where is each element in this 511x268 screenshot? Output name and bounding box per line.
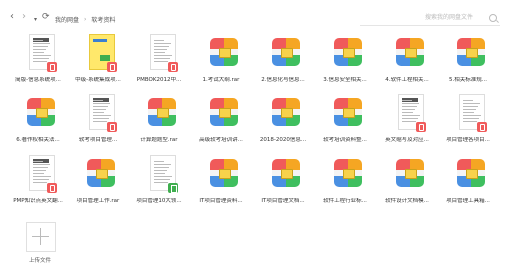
file-name: 1.考试大纲.rar [202,77,240,83]
file-item[interactable]: PMP知识点英文翻... [9,155,67,213]
chevron-down-icon[interactable]: ▾ [34,14,37,26]
archive-icon [206,155,242,195]
file-item[interactable]: 6.著作权相关法... [9,94,67,152]
file-item[interactable]: 软件设计文档模... [378,155,436,213]
file-item[interactable]: 项目管理工具箱... [439,155,497,213]
file-name: 5.相关标准规... [449,77,487,83]
file-name: PMP知识点英文翻... [13,198,63,204]
search-placeholder: 搜索我的网盘文件 [425,14,474,21]
chevron-right-icon[interactable]: › [22,11,26,23]
file-name: 软件工程行业标... [323,198,367,204]
archive-icon [268,34,304,74]
archive-icon [206,94,242,134]
file-name: IT项目管理文档... [261,198,305,204]
breadcrumb-root[interactable]: 我的网盘 [55,15,79,24]
pdf-icon [83,34,119,74]
file-name: 简版-信息系统项... [15,77,61,83]
file-item[interactable]: IT项目管理资料... [192,155,250,213]
file-name: 项目管理10大领... [136,198,182,204]
file-name: 软考培训资料整... [323,137,367,143]
file-name: 高级软考培训讲... [199,137,243,143]
file-item[interactable]: 软件工程行业标... [316,155,374,213]
search-icon[interactable] [489,14,497,22]
file-name: PMBOK2012中... [136,77,182,83]
pdf-icon [392,94,428,134]
upload-label: 上传文件 [28,258,51,264]
pdf-icon [144,34,180,74]
archive-icon [392,34,428,74]
search-input[interactable]: 搜索我的网盘文件 [360,12,500,26]
file-item[interactable]: IT项目管理文档... [254,155,312,213]
refresh-icon[interactable]: ⟳ [42,11,50,23]
file-item[interactable]: 5.相关标准规... [439,34,497,92]
pdf-icon [23,155,59,195]
file-name: 英文缩写及对应... [385,137,429,143]
pdf-icon [83,94,119,134]
file-item[interactable]: 项目管理工作.rar [69,155,127,213]
file-name: 项目管理工具箱... [446,198,490,204]
archive-icon [453,34,489,74]
file-name: 3.信息安全相关... [323,77,367,83]
breadcrumb: 我的网盘 › 软考资料 [55,12,115,26]
file-name: 4.软件工程相关... [385,77,429,83]
file-name: IT项目管理资料... [199,198,243,204]
archive-icon [144,94,180,134]
archive-icon [453,155,489,195]
file-item[interactable]: 2.信息化与信息... [254,34,312,92]
upload-button[interactable] [26,222,56,252]
file-item[interactable]: 1.考试大纲.rar [192,34,250,92]
chevron-left-icon[interactable]: ‹ [10,11,14,23]
archive-icon [330,34,366,74]
file-item[interactable]: 计算题题型.rar [130,94,188,152]
file-item[interactable]: PMBOK2012中... [130,34,188,92]
pdf-icon [453,94,489,134]
file-item[interactable]: 项目管理各项目... [439,94,497,152]
spreadsheet-icon [144,155,180,195]
archive-icon [268,94,304,134]
file-name: 软件设计文档模... [385,198,429,204]
archive-icon [206,34,242,74]
archive-icon [330,94,366,134]
file-name: 项目管理各项目... [446,137,490,143]
file-item[interactable]: 中级-系统集成项... [69,34,127,92]
file-item[interactable]: 软考培训资料整... [316,94,374,152]
file-item[interactable]: 2018-2020信息... [254,94,312,152]
pdf-icon [23,34,59,74]
archive-icon [83,155,119,195]
file-name: 2.信息化与信息... [261,77,305,83]
breadcrumb-separator: › [84,15,87,23]
file-item[interactable]: 项目管理10大领... [130,155,188,213]
breadcrumb-current: 软考资料 [91,16,116,24]
file-name: 6.著作权相关法... [16,137,60,143]
file-name: 中级-系统集成项... [75,77,121,83]
archive-icon [268,155,304,195]
file-item[interactable]: 4.软件工程相关... [378,34,436,92]
file-name: 计算题题型.rar [140,137,178,143]
archive-icon [23,94,59,134]
file-name: 软考项目管理... [78,137,118,143]
archive-icon [392,155,428,195]
file-item[interactable]: 英文缩写及对应... [378,94,436,152]
file-item[interactable]: 高级软考培训讲... [192,94,250,152]
file-name: 2018-2020信息... [259,137,307,143]
file-item[interactable]: 3.信息安全相关... [316,34,374,92]
file-item[interactable]: 简版-信息系统项... [9,34,67,92]
file-item[interactable]: 软考项目管理... [69,94,127,152]
archive-icon [330,155,366,195]
file-name: 项目管理工作.rar [76,198,120,204]
toolbar: ‹ › ▾ ⟳ 我的网盘 › 软考资料 搜索我的网盘文件 [0,0,511,34]
